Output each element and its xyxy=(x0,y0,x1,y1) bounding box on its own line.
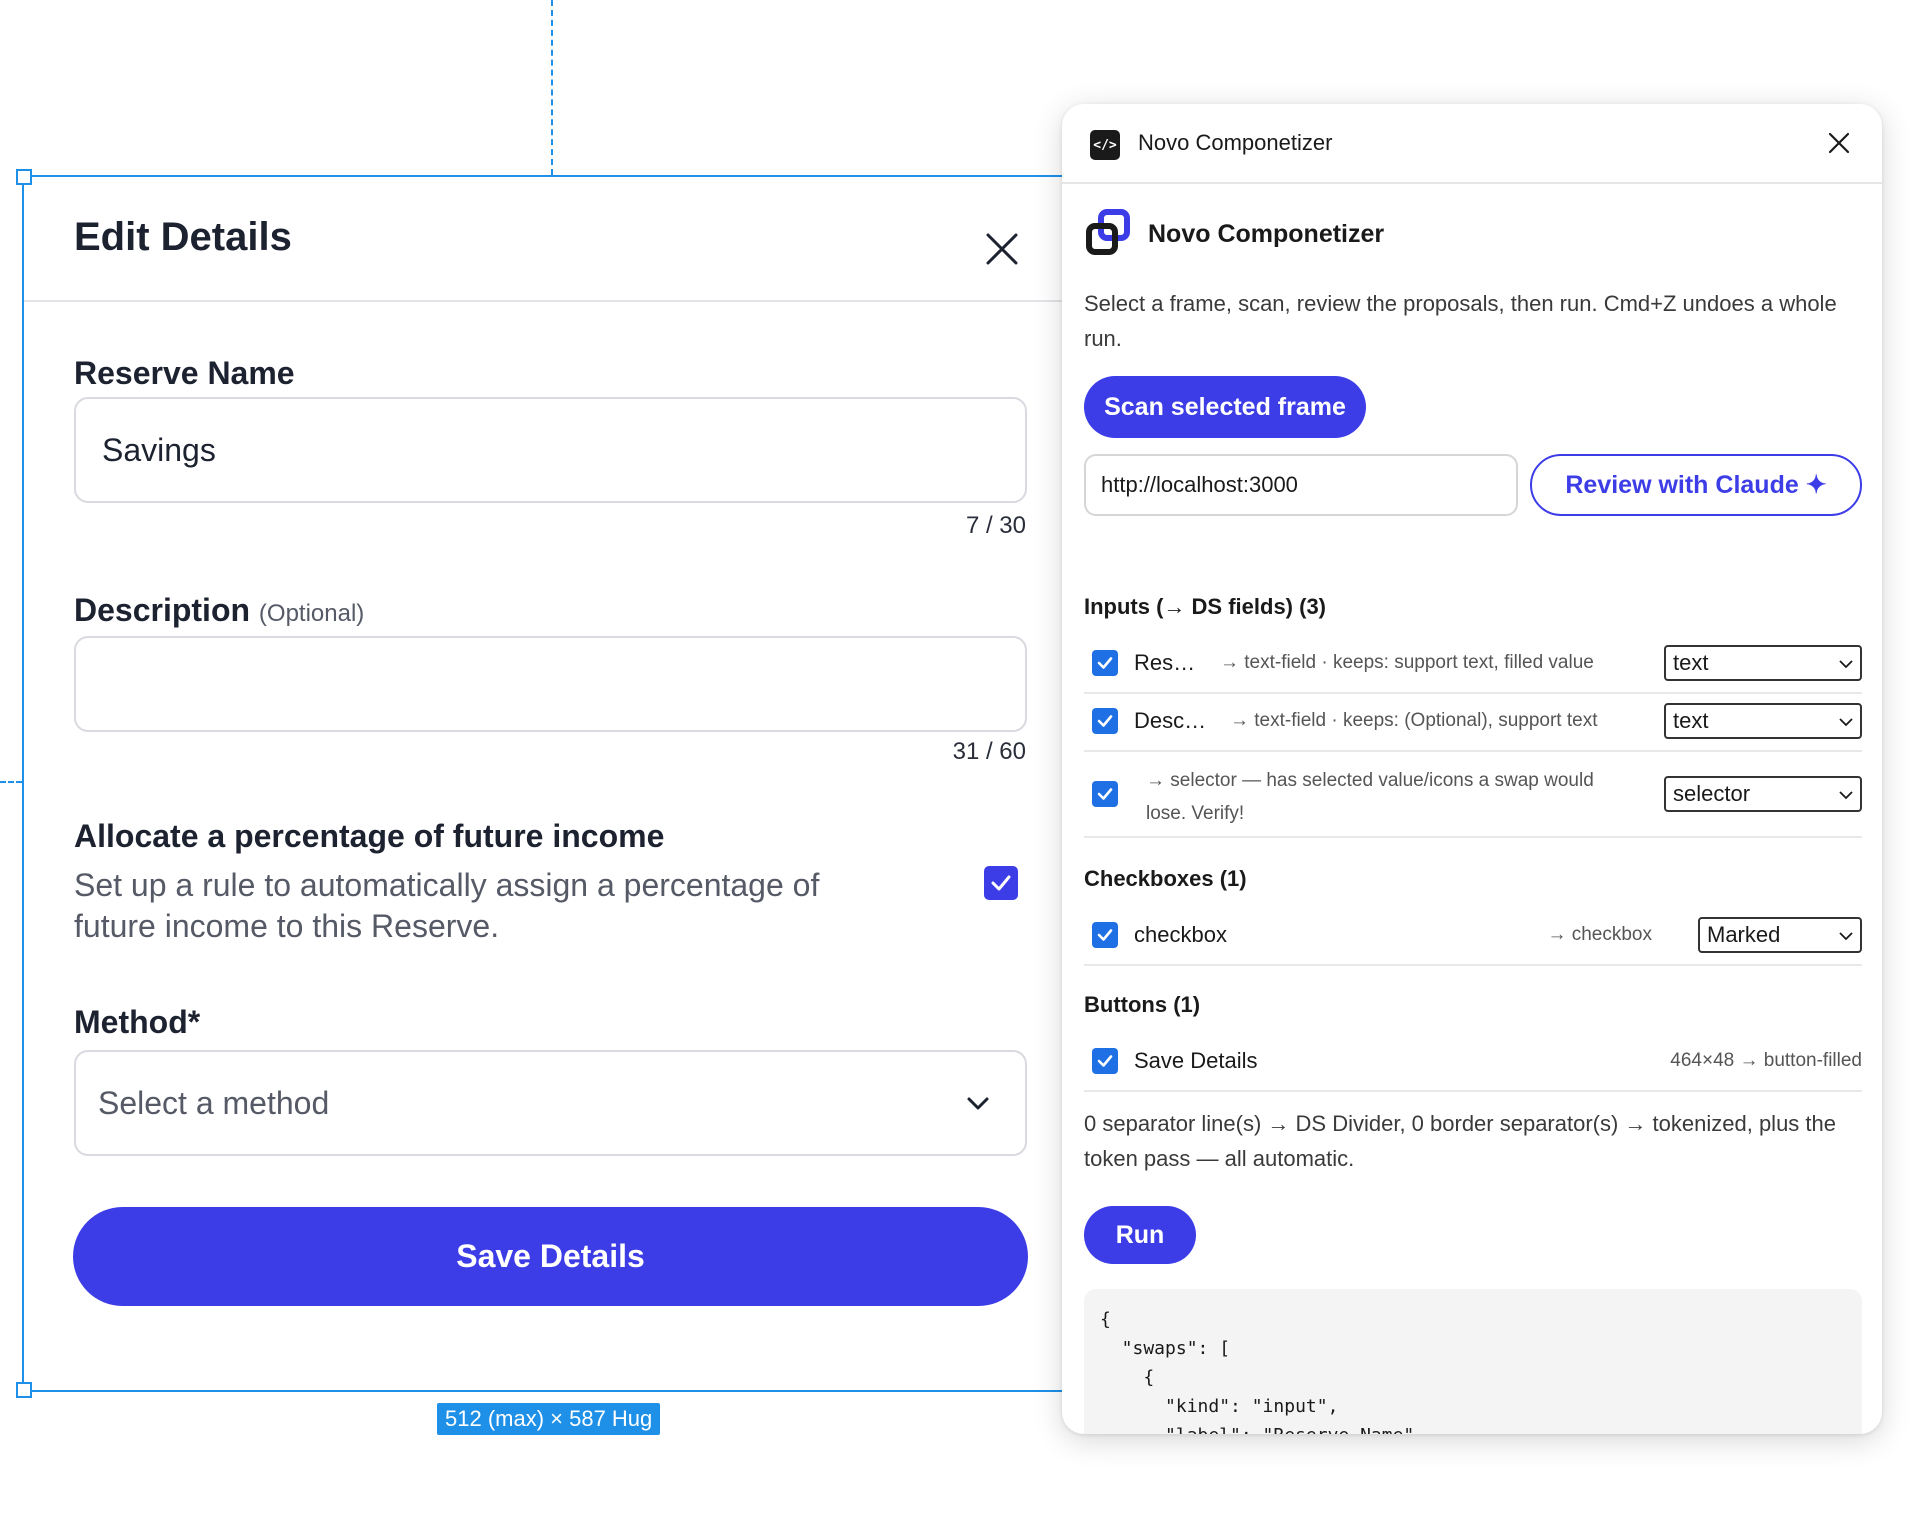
method-label: Method* xyxy=(74,1004,201,1040)
checkbox-row-state-select[interactable]: Marked xyxy=(1698,917,1862,953)
scan-selected-frame-button[interactable]: Scan selected frame xyxy=(1084,376,1366,438)
checkbox-row-name: checkbox xyxy=(1134,922,1227,947)
code-icon: </> xyxy=(1090,130,1120,160)
checkbox-row-checkbox[interactable] xyxy=(1092,922,1118,948)
input-row-type-select[interactable]: text xyxy=(1664,645,1862,681)
footer-note: 0 separator line(s) → DS Divider, 0 bord… xyxy=(1084,1111,1836,1171)
chevron-down-icon xyxy=(1839,791,1853,800)
intro-text: Select a frame, scan, review the proposa… xyxy=(1084,291,1837,351)
input-row-checkbox[interactable] xyxy=(1092,708,1118,734)
input-row: Res… → text-field · keeps: support text,… xyxy=(1084,636,1862,694)
description-input[interactable] xyxy=(74,636,1027,732)
form-title: Edit Details xyxy=(74,215,292,259)
checkmark-icon xyxy=(1097,715,1113,727)
select-value: selector xyxy=(1673,781,1751,806)
description-label-text: Description xyxy=(74,592,251,628)
description-label: Description (Optional) xyxy=(74,592,364,629)
input-row-description: → text-field · keeps: (Optional), suppor… xyxy=(1230,710,1598,731)
dimension-badge: 512 (max) × 587 Hug xyxy=(437,1403,661,1435)
input-row-checkbox[interactable] xyxy=(1092,781,1118,807)
checkbox-row-description: → checkbox xyxy=(1547,924,1652,945)
button-row-description: 464×48 → button-filled xyxy=(1670,1050,1862,1071)
vertical-guide-line xyxy=(551,0,553,175)
reserve-name-counter: 7 / 30 xyxy=(965,512,1026,539)
resize-handle-top-left[interactable] xyxy=(16,169,32,185)
chevron-down-icon xyxy=(1839,932,1853,941)
form-header-divider xyxy=(24,300,1062,302)
checkmark-icon xyxy=(1097,929,1113,941)
close-icon[interactable] xyxy=(1828,132,1850,154)
button-row-name: Save Details xyxy=(1134,1048,1258,1073)
save-details-button[interactable]: Save Details xyxy=(73,1207,1028,1306)
panel-header: </> Novo Componetizer xyxy=(1062,104,1882,184)
allocate-title: Allocate a percentage of future income xyxy=(74,818,665,854)
checkmark-icon xyxy=(1097,657,1113,669)
optional-hint: (Optional) xyxy=(258,600,365,627)
brand-title: Novo Componetizer xyxy=(1148,220,1385,248)
input-row-name: Res… xyxy=(1134,650,1196,675)
button-row: Save Details 464×48 → button-filled xyxy=(1084,1034,1862,1092)
horizontal-guide-line xyxy=(0,781,22,783)
input-row-checkbox[interactable] xyxy=(1092,650,1118,676)
buttons-section-heading: Buttons (1) xyxy=(1084,992,1201,1017)
close-icon[interactable] xyxy=(985,232,1019,266)
input-row-type-select[interactable]: selector xyxy=(1664,776,1862,812)
input-row-type-select[interactable]: text xyxy=(1664,703,1862,739)
server-url-input[interactable] xyxy=(1084,454,1518,516)
input-row-name: Desc… xyxy=(1134,708,1207,733)
resize-handle-bottom-left[interactable] xyxy=(16,1382,32,1398)
method-select[interactable]: Select a method xyxy=(74,1050,1027,1156)
input-row: → selector — has selected value/icons a … xyxy=(1084,752,1862,838)
checkbox-row: checkbox → checkbox Marked xyxy=(1084,908,1862,966)
button-row-checkbox[interactable] xyxy=(1092,1048,1118,1074)
checkmark-icon xyxy=(1097,788,1113,800)
select-value: Marked xyxy=(1707,922,1781,947)
review-with-claude-button[interactable]: Review with Claude ✦ xyxy=(1530,454,1862,516)
checkboxes-section-heading: Checkboxes (1) xyxy=(1084,866,1247,891)
checkmark-icon xyxy=(1097,1055,1113,1067)
reserve-name-label: Reserve Name xyxy=(74,355,295,391)
componetizer-logo-icon xyxy=(1086,209,1130,255)
input-row: Desc… → text-field · keeps: (Optional), … xyxy=(1084,694,1862,752)
panel-header-title: Novo Componetizer xyxy=(1138,130,1333,155)
description-counter: 31 / 60 xyxy=(952,738,1026,765)
input-row-description: → selector — has selected value/icons a … xyxy=(1146,770,1594,824)
input-row-description: → text-field · keeps: support text, fill… xyxy=(1220,652,1594,673)
chevron-down-icon xyxy=(967,1097,989,1110)
json-output-preview: { "swaps": [ { "kind": "input", "label":… xyxy=(1084,1289,1862,1434)
select-value: text xyxy=(1673,650,1709,675)
reserve-name-value: Savings xyxy=(102,431,216,468)
allocate-checkbox[interactable] xyxy=(984,866,1018,900)
run-button[interactable]: Run xyxy=(1084,1206,1196,1264)
allocate-description: Set up a rule to automatically assign a … xyxy=(74,867,820,944)
method-placeholder: Select a method xyxy=(98,1084,330,1121)
chevron-down-icon xyxy=(1839,660,1853,669)
checkmark-icon xyxy=(991,875,1011,891)
select-value: text xyxy=(1673,708,1709,733)
inputs-section-heading: Inputs (→ DS fields) (3) xyxy=(1084,594,1326,619)
componetizer-panel: </> Novo Componetizer Novo Componetizer … xyxy=(1062,104,1882,1434)
reserve-name-input[interactable]: Savings xyxy=(74,397,1027,503)
chevron-down-icon xyxy=(1839,718,1853,727)
